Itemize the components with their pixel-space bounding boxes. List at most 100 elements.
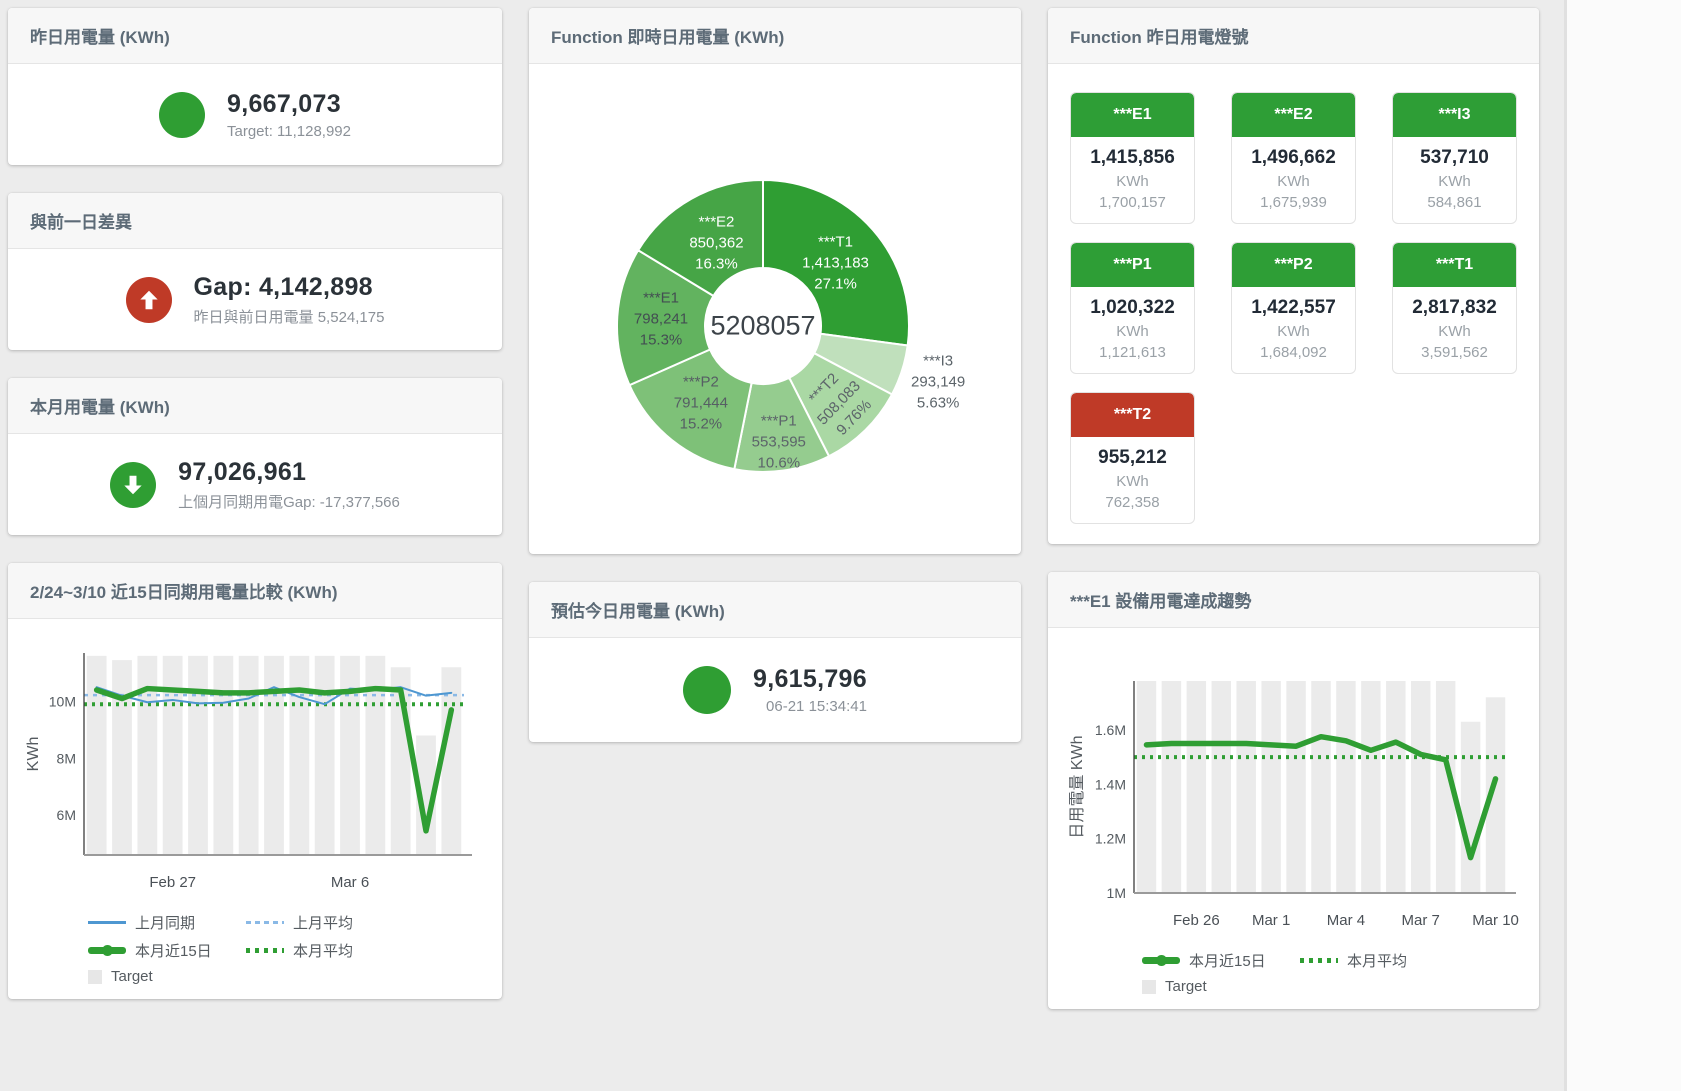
svg-text:1.4M: 1.4M xyxy=(1095,776,1126,792)
legend-item-blue-dashed: 上月平均 xyxy=(246,912,404,933)
status-tile-value: 1,020,322 xyxy=(1071,297,1194,319)
status-tile-P1: ***P11,020,322KWh1,121,613 xyxy=(1070,242,1195,374)
card-realtime-usage-title: Function 即時日用電量 (KWh) xyxy=(529,8,1021,64)
e1-trend-legend: 本月近15日 本月平均 Target xyxy=(1062,935,1527,997)
e1-trend-chart[interactable]: 1.6M1.4M1.2M1M日用電量 KWhFeb 26Mar 1Mar 4Ma… xyxy=(1062,675,1527,935)
card-yesterday-lights-title: Function 昨日用電燈號 xyxy=(1048,8,1539,64)
green-dotted-swatch-icon xyxy=(246,948,284,953)
legend-row: Target xyxy=(88,968,490,985)
legend-label: 本月平均 xyxy=(1347,950,1407,971)
estimate-today-value: 9,615,796 xyxy=(753,665,867,694)
legend-item-green-thick: 本月近15日 xyxy=(1142,950,1300,971)
green-dotted-swatch-icon xyxy=(1300,958,1338,963)
status-tile-header: ***E1 xyxy=(1071,93,1194,137)
card-month-usage-title: 本月用電量 (KWh) xyxy=(8,378,502,434)
status-tile-target: 1,675,939 xyxy=(1232,194,1355,211)
green-status-circle-icon xyxy=(159,92,205,138)
month-usage-stat: 97,026,961 上個月同期用電Gap: -17,377,566 xyxy=(8,434,502,535)
compare-chart-body: 10M8M6MKWhFeb 27Mar 6 上月同期上月平均本月近15日本月平均… xyxy=(8,619,502,999)
realtime-usage-donut-chart[interactable]: ***T11,413,18327.1%***I3293,1495.63%***T… xyxy=(529,64,1021,554)
compare-chart[interactable]: 10M8M6MKWhFeb 27Mar 6 xyxy=(22,647,490,897)
status-tile-I3: ***I3537,710KWh584,861 xyxy=(1392,92,1517,224)
status-tile-value: 2,817,832 xyxy=(1393,297,1516,319)
card-15day-compare-title: 2/24~3/10 近15日同期用電量比較 (KWh) xyxy=(8,563,502,619)
status-tile-value: 1,422,557 xyxy=(1232,297,1355,319)
svg-text:8M: 8M xyxy=(57,750,76,766)
gray-square-swatch-icon xyxy=(1142,980,1156,994)
card-15day-compare-chart: 2/24~3/10 近15日同期用電量比較 (KWh) 10M8M6MKWhFe… xyxy=(8,563,502,999)
status-tile-P2: ***P21,422,557KWh1,684,092 xyxy=(1231,242,1356,374)
status-tile-header: ***T2 xyxy=(1071,393,1194,437)
status-tile-header: ***I3 xyxy=(1393,93,1516,137)
legend-row: 本月近15日 本月平均 xyxy=(88,940,490,961)
green-thick-swatch-icon xyxy=(88,947,126,954)
card-e1-trend-title: ***E1 設備用電達成趨勢 xyxy=(1048,572,1539,628)
gap-previous-day-subtitle: 昨日與前日用電量 5,524,175 xyxy=(194,306,385,327)
svg-text:Mar 6: Mar 6 xyxy=(331,874,369,891)
svg-text:Mar 1: Mar 1 xyxy=(1252,912,1290,929)
status-tile-value: 1,415,856 xyxy=(1071,147,1194,169)
legend-row: 上月同期 上月平均 xyxy=(88,912,490,933)
svg-text:Mar 10: Mar 10 xyxy=(1472,912,1519,929)
blue-dashed-swatch-icon xyxy=(246,921,284,924)
yesterday-usage-target: Target: 11,128,992 xyxy=(227,123,351,140)
legend-item-blue-solid: 上月同期 xyxy=(88,912,246,933)
legend-item-gray-square: Target xyxy=(1142,978,1300,995)
svg-text:Feb 27: Feb 27 xyxy=(149,874,196,891)
card-estimate-today: 預估今日用電量 (KWh) 9,615,796 06-21 15:34:41 xyxy=(529,582,1021,742)
status-tile-unit: KWh xyxy=(1071,173,1194,190)
card-gap-previous-day: 與前一日差異 Gap: 4,142,898 昨日與前日用電量 5,524,175 xyxy=(8,193,502,350)
card-month-usage: 本月用電量 (KWh) 97,026,961 上個月同期用電Gap: -17,3… xyxy=(8,378,502,535)
svg-text:日用電量 KWh: 日用電量 KWh xyxy=(1069,735,1086,838)
card-realtime-usage-donut: Function 即時日用電量 (KWh) ***T11,413,18327.1… xyxy=(529,8,1021,554)
status-tile-unit: KWh xyxy=(1071,473,1194,490)
svg-text:1.2M: 1.2M xyxy=(1095,831,1126,847)
legend-label: 本月平均 xyxy=(293,940,353,961)
svg-text:1.6M: 1.6M xyxy=(1095,722,1126,738)
legend-item-gray-square: Target xyxy=(88,968,246,985)
card-yesterday-usage-title: 昨日用電量 (KWh) xyxy=(8,8,502,64)
status-tile-unit: KWh xyxy=(1232,323,1355,340)
right-column: Function 昨日用電燈號 ***E1 1,415,856 KWh 1,700,1… xyxy=(1048,8,1539,1009)
svg-text:1M: 1M xyxy=(1107,885,1126,901)
svg-text:Mar 4: Mar 4 xyxy=(1327,912,1365,929)
status-tile-target: 1,121,613 xyxy=(1071,344,1194,361)
compare-chart-legend: 上月同期 上月平均本月近15日 本月平均 Target xyxy=(22,897,490,987)
status-tile-unit: KWh xyxy=(1393,173,1516,190)
status-tile-E2: ***E21,496,662KWh1,675,939 xyxy=(1231,92,1356,224)
gray-square-swatch-icon xyxy=(88,970,102,984)
status-tile-value: 1,496,662 xyxy=(1232,147,1355,169)
left-column: 昨日用電量 (KWh) 9,667,073 Target: 11,128,992… xyxy=(8,8,502,1009)
card-yesterday-usage: 昨日用電量 (KWh) 9,667,073 Target: 11,128,992 xyxy=(8,8,502,165)
legend-item-green-thick: 本月近15日 xyxy=(88,940,246,961)
energy-dashboard: 昨日用電量 (KWh) 9,667,073 Target: 11,128,992… xyxy=(0,0,1565,1017)
status-tile-target: 1,700,157 xyxy=(1071,194,1194,211)
green-thick-swatch-icon xyxy=(1142,957,1180,964)
gap-previous-day-value: Gap: 4,142,898 xyxy=(194,273,385,302)
card-e1-trend-chart: ***E1 設備用電達成趨勢 1.6M1.4M1.2M1M日用電量 KWhFeb… xyxy=(1048,572,1539,1009)
status-tile-unit: KWh xyxy=(1071,323,1194,340)
gap-previous-day-stat: Gap: 4,142,898 昨日與前日用電量 5,524,175 xyxy=(8,249,502,350)
month-usage-gap: 上個月同期用電Gap: -17,377,566 xyxy=(178,491,400,512)
blue-solid-swatch-icon xyxy=(88,921,126,924)
legend-label: Target xyxy=(1165,978,1207,995)
status-tile-header: ***T1 xyxy=(1393,243,1516,287)
status-tile-T2: ***T2 955,212 KWh 762,358 xyxy=(1070,392,1195,524)
status-tile-target: 584,861 xyxy=(1393,194,1516,211)
svg-text:10M: 10M xyxy=(49,693,76,709)
trend-chart-body: 1.6M1.4M1.2M1M日用電量 KWhFeb 26Mar 1Mar 4Ma… xyxy=(1048,628,1539,1009)
status-tile-header: ***P2 xyxy=(1232,243,1355,287)
status-tile-target: 762,358 xyxy=(1071,494,1194,511)
card-yesterday-lights: Function 昨日用電燈號 ***E1 1,415,856 KWh 1,700,1… xyxy=(1048,8,1539,544)
status-tile-value: 955,212 xyxy=(1071,447,1194,469)
card-estimate-today-title: 預估今日用電量 (KWh) xyxy=(529,582,1021,638)
status-tile-T1: ***T12,817,832KWh3,591,562 xyxy=(1392,242,1517,374)
middle-column: Function 即時日用電量 (KWh) ***T11,413,18327.1… xyxy=(529,8,1021,1009)
red-arrow-up-icon xyxy=(126,277,172,323)
status-tile-E1: ***E1 1,415,856 KWh 1,700,157 xyxy=(1070,92,1195,224)
estimate-today-timestamp: 06-21 15:34:41 xyxy=(753,698,867,715)
legend-label: Target xyxy=(111,968,153,985)
legend-row: 本月近15日 本月平均 xyxy=(1142,950,1527,971)
legend-label: 上月平均 xyxy=(293,912,353,933)
legend-label: 本月近15日 xyxy=(1189,950,1266,971)
